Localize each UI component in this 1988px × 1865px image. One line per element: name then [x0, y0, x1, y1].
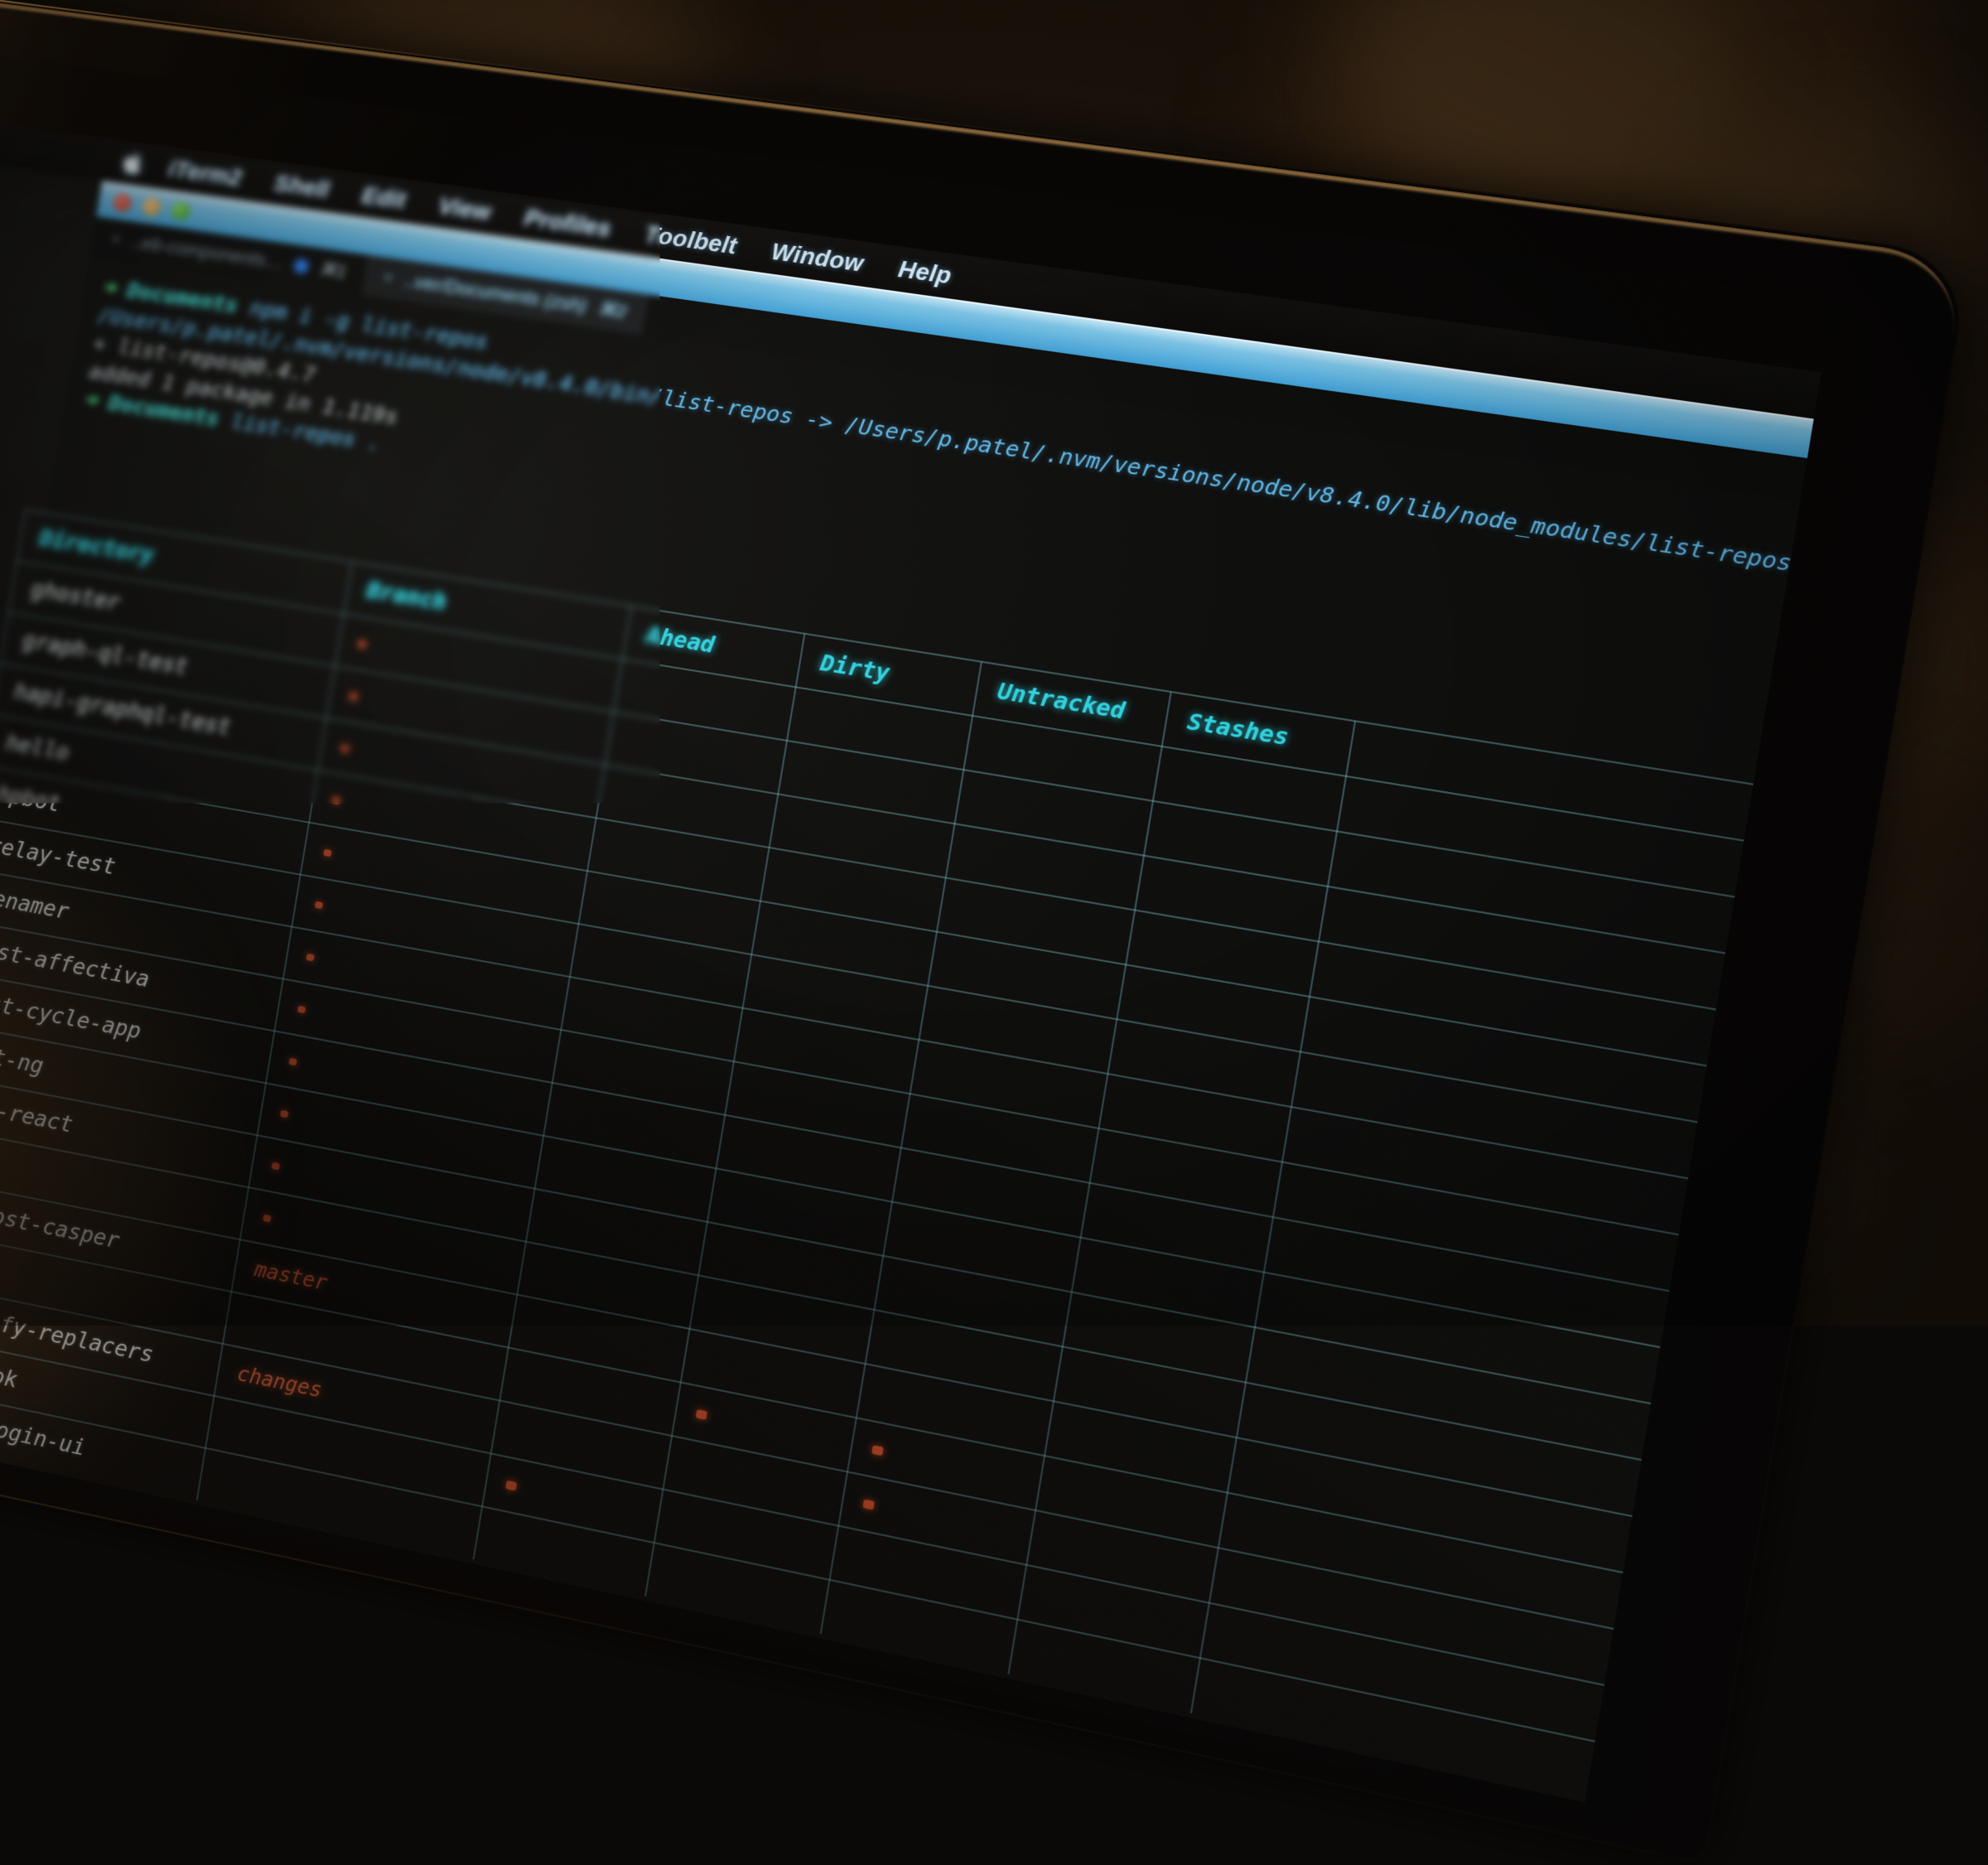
- laptop: iTerm2 Shell Edit View Profiles Toolbelt…: [0, 37, 1904, 1805]
- lid-edge-highlight: [0, 0, 1966, 1861]
